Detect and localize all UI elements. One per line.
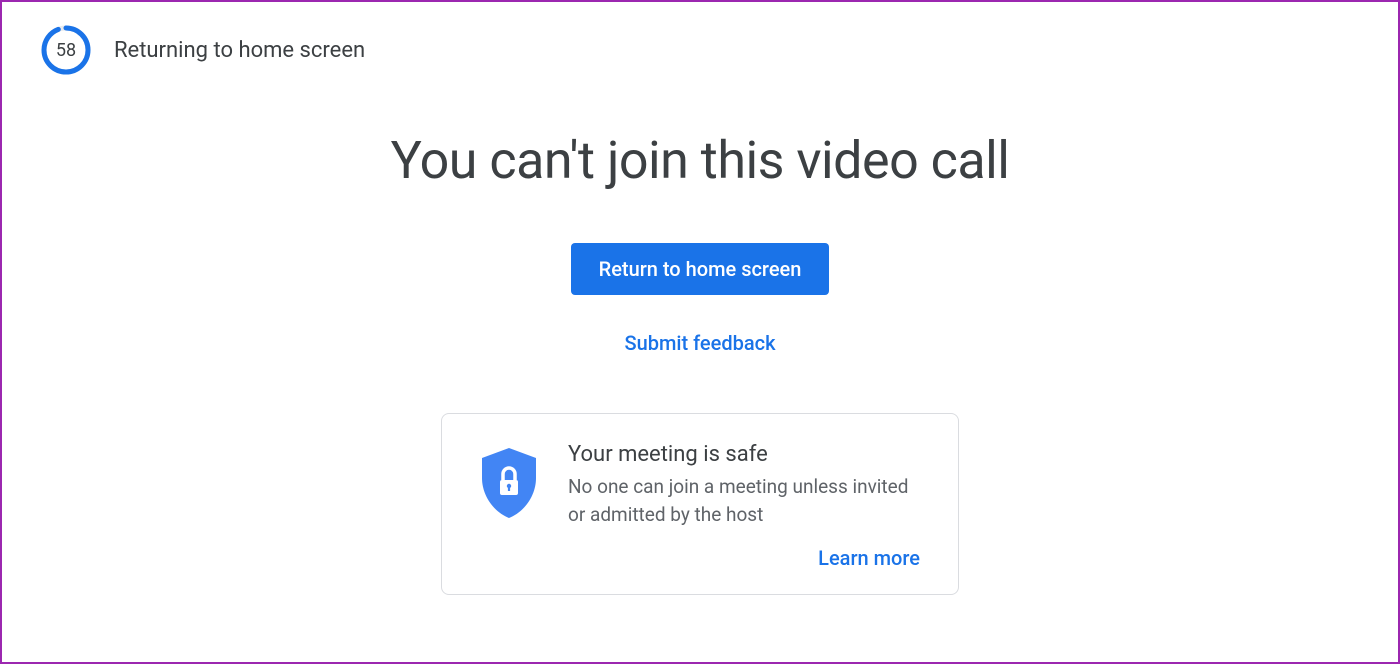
countdown-label: Returning to home screen xyxy=(114,38,365,63)
main-content: You can't join this video call Return to… xyxy=(2,2,1398,595)
info-text-block: Your meeting is safe No one can join a m… xyxy=(568,442,922,528)
submit-feedback-link[interactable]: Submit feedback xyxy=(624,331,775,355)
learn-more-link[interactable]: Learn more xyxy=(818,546,920,570)
countdown-timer: 58 xyxy=(40,24,92,76)
return-home-button[interactable]: Return to home screen xyxy=(571,243,830,295)
info-card-description: No one can join a meeting unless invited… xyxy=(568,473,922,528)
info-card-body: Your meeting is safe No one can join a m… xyxy=(478,442,922,528)
info-card-title: Your meeting is safe xyxy=(568,442,922,467)
countdown-bar: 58 Returning to home screen xyxy=(40,24,365,76)
countdown-value: 58 xyxy=(56,40,76,61)
shield-lock-icon xyxy=(478,446,540,520)
page-title: You can't join this video call xyxy=(391,130,1010,191)
safety-info-card: Your meeting is safe No one can join a m… xyxy=(441,413,959,595)
